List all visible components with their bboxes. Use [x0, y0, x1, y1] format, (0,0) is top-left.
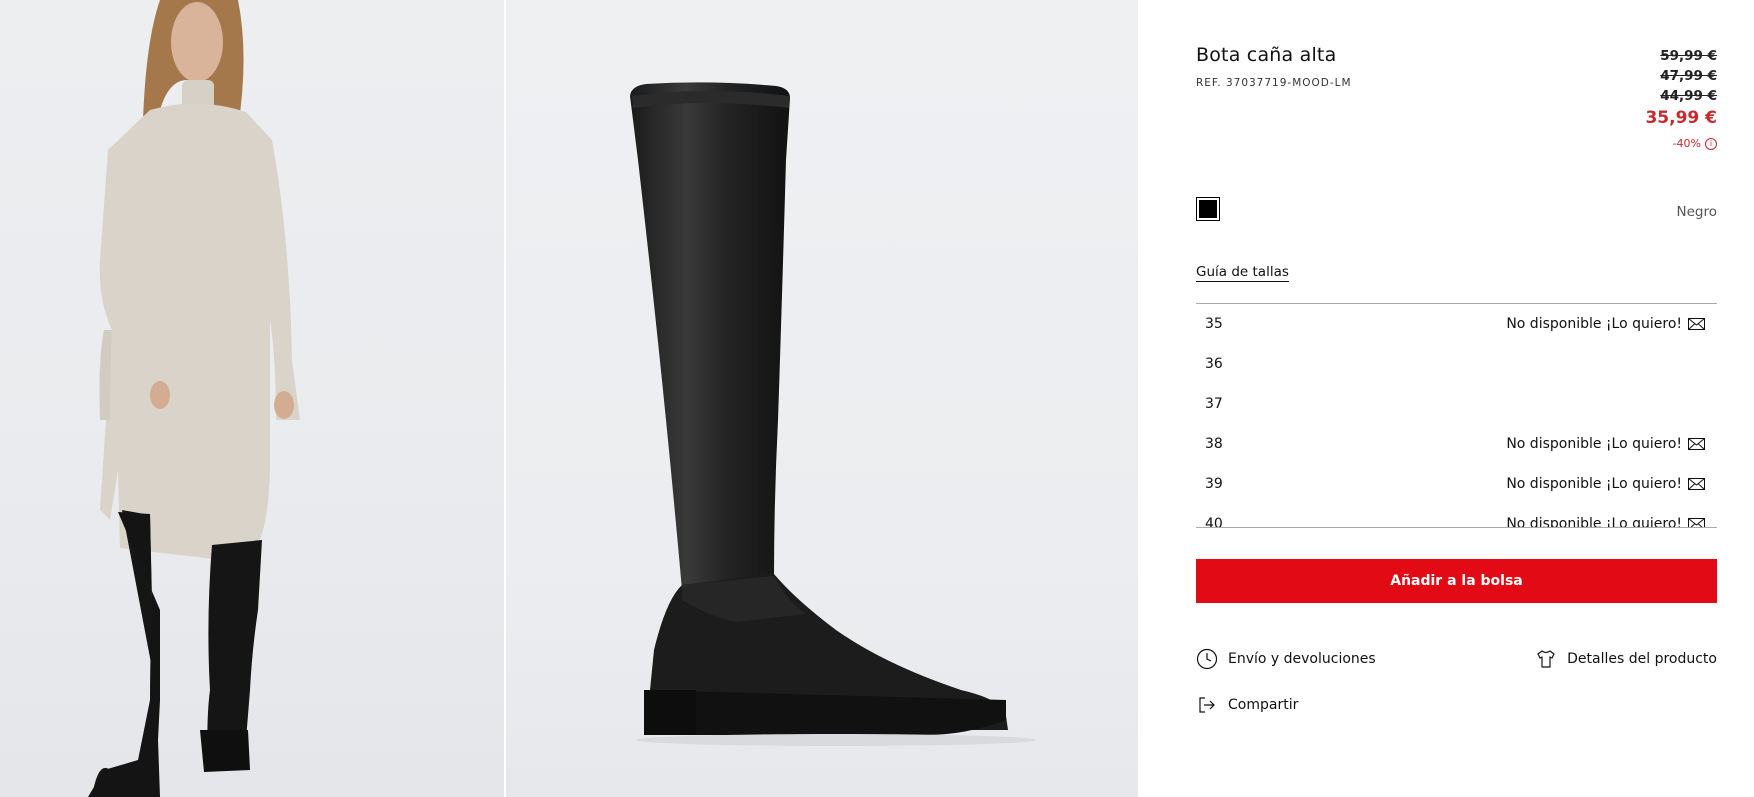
model-illustration: [88, 0, 300, 797]
size-availability: No disponible ¡Lo quiero!: [1506, 436, 1682, 452]
size-status: No disponible ¡Lo quiero!: [1506, 316, 1705, 332]
size-option-37[interactable]: 37: [1196, 384, 1717, 424]
shipping-returns-label: Envío y devoluciones: [1228, 651, 1376, 667]
shipping-returns-link[interactable]: Envío y devoluciones: [1196, 648, 1376, 670]
product-details-label: Detalles del producto: [1567, 651, 1717, 667]
size-option-35[interactable]: 35 No disponible ¡Lo quiero!: [1196, 304, 1717, 344]
tshirt-icon: [1537, 650, 1555, 668]
old-price-1: 59,99 €: [1660, 48, 1717, 64]
color-swatch-black[interactable]: [1196, 197, 1220, 221]
old-price-3: 44,99 €: [1660, 88, 1717, 104]
size-number: 38: [1205, 436, 1223, 452]
envelope-icon[interactable]: [1688, 478, 1705, 490]
size-number: 37: [1205, 396, 1223, 412]
size-status: No disponible ¡Lo quiero!: [1506, 476, 1705, 492]
current-price: 35,99 €: [1645, 108, 1717, 128]
size-availability: No disponible ¡Lo quiero!: [1506, 516, 1682, 528]
product-reference: REF. 37037719-MOOD-LM: [1196, 77, 1352, 89]
clock-icon: [1196, 648, 1218, 670]
size-number: 39: [1205, 476, 1223, 492]
info-icon[interactable]: i: [1705, 137, 1717, 150]
price-block: 59,99 € 47,99 € 44,99 € 35,99 € -40% i: [1645, 46, 1717, 150]
boot-illustration: [630, 82, 1036, 746]
size-option-38[interactable]: 38 No disponible ¡Lo quiero!: [1196, 424, 1717, 464]
product-info-panel: Bota caña alta REF. 37037719-MOOD-LM 59,…: [1196, 0, 1717, 797]
envelope-icon[interactable]: [1688, 438, 1705, 450]
size-availability: No disponible ¡Lo quiero!: [1506, 316, 1682, 332]
size-number: 40: [1205, 516, 1223, 528]
product-details-link[interactable]: Detalles del producto: [1535, 648, 1717, 670]
share-icon: [1199, 697, 1215, 713]
share-label: Compartir: [1228, 697, 1299, 713]
share-link[interactable]: Compartir: [1196, 694, 1298, 716]
discount-label: -40%: [1672, 137, 1701, 150]
envelope-icon[interactable]: [1688, 318, 1705, 330]
size-number: 35: [1205, 316, 1223, 332]
size-availability: No disponible ¡Lo quiero!: [1506, 476, 1682, 492]
color-swatch-fill: [1199, 200, 1217, 218]
size-guide-link[interactable]: Guía de tallas: [1196, 264, 1289, 282]
size-option-40[interactable]: 40 No disponible ¡Lo quiero!: [1196, 504, 1717, 528]
color-name: Negro: [1676, 204, 1718, 220]
product-title: Bota caña alta: [1196, 44, 1337, 66]
size-status: No disponible ¡Lo quiero!: [1506, 436, 1705, 452]
boot-photo[interactable]: [506, 0, 1138, 797]
envelope-icon[interactable]: [1688, 518, 1705, 528]
model-photo[interactable]: [0, 0, 504, 797]
product-gallery: [0, 0, 1138, 797]
discount-badge: -40% i: [1645, 137, 1717, 150]
add-to-bag-button[interactable]: Añadir a la bolsa: [1196, 559, 1717, 603]
size-list[interactable]: 35 No disponible ¡Lo quiero! 36 37 38 No…: [1196, 303, 1717, 528]
size-option-39[interactable]: 39 No disponible ¡Lo quiero!: [1196, 464, 1717, 504]
size-status: No disponible ¡Lo quiero!: [1506, 516, 1705, 528]
size-option-36[interactable]: 36: [1196, 344, 1717, 384]
old-price-2: 47,99 €: [1660, 68, 1717, 84]
size-number: 36: [1205, 356, 1223, 372]
